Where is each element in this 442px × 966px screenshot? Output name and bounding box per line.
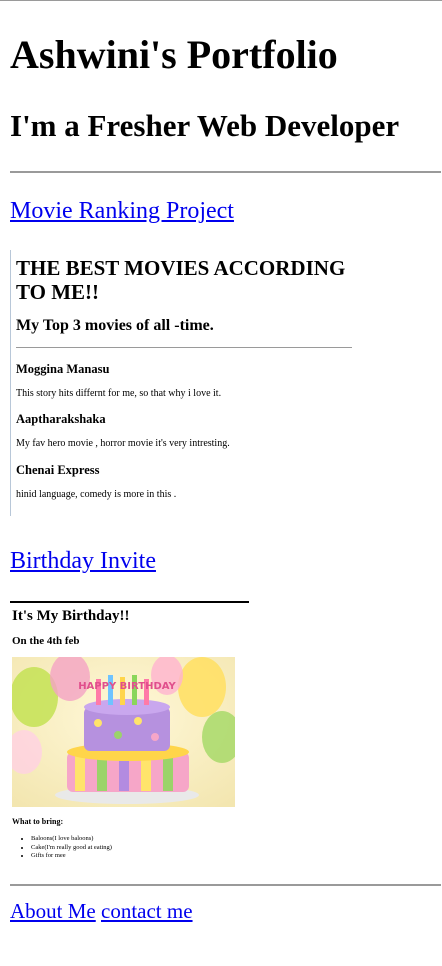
footer-links: About Me contact me bbox=[10, 898, 193, 924]
movie-project-link[interactable]: Movie Ranking Project bbox=[10, 196, 234, 226]
top-border bbox=[0, 0, 442, 1]
movie-page-subtitle: My Top 3 movies of all -time. bbox=[16, 317, 214, 334]
cake-topper-text: HAPPY BIRTHDAY bbox=[78, 681, 176, 692]
movie-page-title: THE BEST MOVIES ACCORDING TO ME!! bbox=[16, 256, 346, 304]
birthday-invite-frame[interactable]: It's My Birthday!! On the 4th feb HAPPY … bbox=[10, 601, 250, 871]
frame-border bbox=[10, 601, 249, 603]
birthday-cake-image: HAPPY BIRTHDAY bbox=[12, 657, 235, 807]
divider bbox=[10, 171, 441, 173]
bring-heading: What to bring: bbox=[12, 817, 64, 826]
birthday-invite-link[interactable]: Birthday Invite bbox=[10, 546, 156, 576]
movie-name: Chenai Express bbox=[16, 463, 100, 477]
bring-list: Baloons(I love baloons) Cake(I'm really … bbox=[21, 835, 112, 861]
birthday-date: On the 4th feb bbox=[12, 635, 80, 647]
page-title: Ashwini's Portfolio bbox=[10, 32, 338, 77]
movie-project-frame[interactable]: THE BEST MOVIES ACCORDING TO ME!! My Top… bbox=[10, 250, 371, 516]
movie-divider bbox=[16, 347, 352, 348]
movie-desc: hinid language, comedy is more in this . bbox=[16, 489, 177, 500]
contact-me-link[interactable]: contact me bbox=[101, 899, 193, 923]
list-item: Gifts for mee bbox=[31, 852, 112, 861]
movie-desc: My fav hero movie , horror movie it's ve… bbox=[16, 438, 230, 449]
page-subtitle: I'm a Fresher Web Developer bbox=[10, 108, 400, 143]
about-me-link[interactable]: About Me bbox=[10, 899, 96, 923]
divider bbox=[10, 884, 441, 886]
movie-name: Aaptharakshaka bbox=[16, 412, 106, 426]
list-item: Baloons(I love baloons) bbox=[31, 835, 112, 844]
birthday-title: It's My Birthday!! bbox=[12, 608, 130, 624]
movie-desc: This story hits differnt for me, so that… bbox=[16, 388, 222, 399]
movie-name: Moggina Manasu bbox=[16, 362, 110, 376]
list-item: Cake(I'm really good at eating) bbox=[31, 844, 112, 853]
